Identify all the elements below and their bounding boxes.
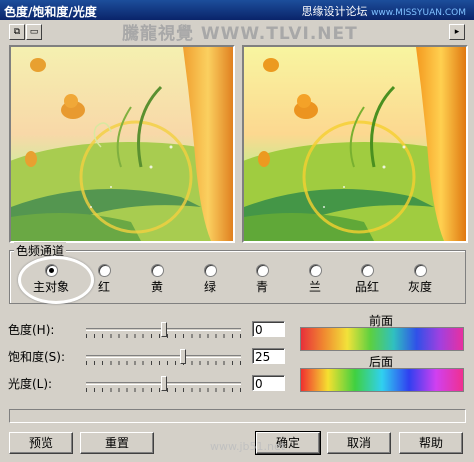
hue-slider-thumb[interactable] xyxy=(161,322,167,337)
channel-radio-label[interactable]: 红 xyxy=(79,278,129,295)
channel-radio-2[interactable] xyxy=(151,264,164,277)
channel-radio-6[interactable] xyxy=(361,264,374,277)
lightness-slider-thumb[interactable] xyxy=(161,376,167,391)
channel-radio-label[interactable]: 品红 xyxy=(342,278,392,295)
layout-icon: ⧉ xyxy=(13,27,21,37)
single-view-button[interactable]: ▭ xyxy=(26,24,42,40)
channel-radio-4[interactable] xyxy=(256,264,269,277)
channel-radio-5[interactable] xyxy=(309,264,322,277)
channel-radio-label[interactable]: 青 xyxy=(237,278,287,295)
channel-radio-label[interactable]: 灰度 xyxy=(395,278,445,295)
channel-radio-label[interactable]: 黄 xyxy=(132,278,182,295)
saturation-ticks xyxy=(86,361,241,365)
hue-label: 色度(H): xyxy=(8,323,55,337)
saturation-slider[interactable] xyxy=(86,355,241,358)
saturation-label: 饱和度(S): xyxy=(8,350,66,364)
lightness-label: 光度(L): xyxy=(8,377,53,391)
channel-radio-0[interactable] xyxy=(45,264,58,277)
progress-bar xyxy=(9,409,466,423)
channel-radio-1[interactable] xyxy=(98,264,111,277)
channel-radio-label[interactable]: 绿 xyxy=(185,278,235,295)
saturation-slider-thumb[interactable] xyxy=(180,349,186,364)
single-view-icon: ▭ xyxy=(29,27,39,37)
cancel-button[interactable]: 取消 xyxy=(327,432,391,454)
after-preview[interactable] xyxy=(242,45,468,243)
saturation-value-field[interactable]: 25 xyxy=(252,348,285,364)
watermark-forum: 思缘设计论坛 www.MISSYUAN.COM xyxy=(301,5,466,18)
lightness-value-field[interactable]: 0 xyxy=(252,375,285,391)
spectrum-before-bar xyxy=(300,327,464,351)
channel-radio-7[interactable] xyxy=(414,264,427,277)
reset-button[interactable]: 重置 xyxy=(80,432,154,454)
preview-button[interactable]: 预览 xyxy=(9,432,73,454)
before-preview[interactable] xyxy=(9,45,235,243)
spectrum-after-bar xyxy=(300,368,464,392)
hue-value-field[interactable]: 0 xyxy=(252,321,285,337)
channel-radio-label[interactable]: 兰 xyxy=(290,278,340,295)
play-arrow-icon: ▸ xyxy=(454,27,460,37)
channel-radio-label[interactable]: 主对象 xyxy=(26,278,76,295)
help-button[interactable]: 帮助 xyxy=(399,432,463,454)
window-title: 色度/饱和度/光度 xyxy=(4,5,97,19)
title-bar: 色度/饱和度/光度 思缘设计论坛 www.MISSYUAN.COM xyxy=(0,0,474,20)
layout-toggle-button[interactable]: ⧉ xyxy=(9,24,25,40)
play-arrow-button[interactable]: ▸ xyxy=(449,24,465,40)
watermark-tlvi: 騰龍視覺 WWW.TLVI.NET xyxy=(122,24,358,44)
channel-radio-3[interactable] xyxy=(204,264,217,277)
watermark-bottom: www.jb51.net xyxy=(210,440,286,453)
